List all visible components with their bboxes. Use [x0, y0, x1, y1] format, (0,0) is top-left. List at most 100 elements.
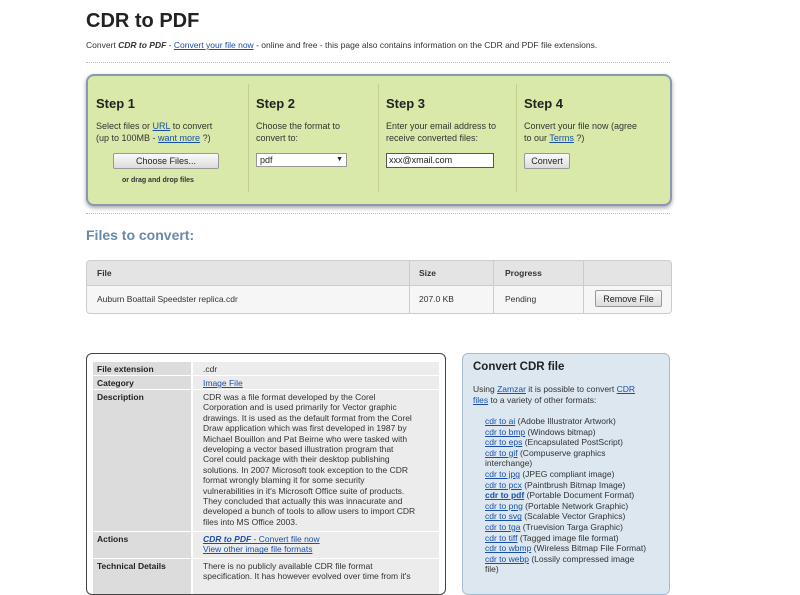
conversion-desc: (Scalable Vector Graphics) — [521, 511, 626, 522]
terms-link[interactable]: Terms — [549, 133, 574, 143]
column-divider — [583, 261, 584, 313]
steps-panel: Step 1 Select files or URL to convert (u… — [86, 74, 672, 206]
conversion-link[interactable]: cdr to png — [485, 501, 523, 511]
sidebar-desc-b: it is possible to convert — [525, 384, 617, 394]
url-link[interactable]: URL — [153, 121, 171, 131]
conversion-desc: (Compuserve graphics — [517, 447, 606, 458]
conversion-link[interactable]: cdr to bmp — [485, 427, 525, 437]
files-link[interactable]: files — [473, 395, 488, 405]
column-header-file: File — [97, 268, 112, 278]
details-label: File extension — [93, 362, 191, 375]
description-line: Corporation and is used primarily for Ve… — [203, 402, 397, 413]
conversion-link[interactable]: cdr to gif — [485, 448, 518, 458]
conversion-link[interactable]: cdr to wbmp — [485, 543, 531, 553]
step-4: Step 4 Convert your file now (agree to o… — [516, 76, 670, 204]
conversion-link[interactable]: cdr to ai — [485, 416, 515, 426]
conversion-desc: (Portable Network Graphic) — [522, 500, 629, 511]
list-item: cdr to tiff (Tagged image file format) — [485, 533, 663, 544]
details-row-actions: Actions CDR to PDF - Convert file now Vi… — [93, 532, 439, 558]
step-2-desc-b: convert to: — [256, 133, 299, 143]
cdr-to-pdf-link[interactable]: CDR to PDF - Convert file now — [203, 534, 320, 544]
step-3-desc-b: receive converted files: — [386, 133, 479, 143]
page: CDR to PDF Convert CDR to PDF - Convert … — [0, 0, 800, 595]
step-4-desc-a: Convert your file now (agree — [524, 121, 638, 131]
category-link[interactable]: Image File — [203, 378, 243, 388]
cdr-link[interactable]: CDR — [617, 384, 635, 394]
step-1: Step 1 Select files or URL to convert (u… — [88, 76, 248, 204]
conversion-list: cdr to ai (Adobe Illustrator Artwork) cd… — [485, 416, 663, 575]
step-1-heading: Step 1 — [96, 96, 136, 111]
details-label: Category — [93, 376, 191, 389]
step-3-desc-a: Enter your email address to — [386, 121, 497, 131]
format-select[interactable]: pdf ▼ — [256, 153, 347, 167]
step-2: Step 2 Choose the format to convert to: … — [248, 76, 378, 204]
conversion-link-current[interactable]: cdr to pdf — [485, 490, 524, 500]
conversion-link[interactable]: cdr to eps — [485, 437, 522, 447]
format-select-value: pdf — [260, 155, 273, 165]
column-header-size: Size — [419, 268, 437, 278]
email-input[interactable]: xxx@xmail.com — [386, 153, 494, 168]
file-size: 207.0 KB — [419, 294, 454, 304]
sidebar-desc-a: Using — [473, 384, 498, 394]
view-other-formats-link[interactable]: View other image file formats — [203, 544, 312, 554]
action-convert: CDR to PDF - Convert file now — [203, 534, 429, 544]
list-item: cdr to svg (Scalable Vector Graphics) — [485, 511, 663, 522]
convert-button[interactable]: Convert — [524, 153, 570, 169]
conversion-desc: (Wireless Bitmap File Format) — [531, 543, 647, 554]
description-line: developing a vector based illustration p… — [203, 444, 394, 455]
conversion-link[interactable]: cdr to svg — [485, 511, 522, 521]
technical-line: There is no publicly available CDR file … — [203, 561, 373, 571]
list-item: cdr to png (Portable Network Graphic) — [485, 501, 663, 512]
conversion-link[interactable]: cdr to jpg — [485, 469, 520, 479]
description-line: Draw application which was first develop… — [203, 423, 407, 434]
drag-drop-hint: or drag and drop files — [122, 177, 194, 184]
description-line: Michael Bouillon and Pat Beirne who were… — [203, 433, 408, 444]
want-more-link[interactable]: want more — [158, 133, 200, 143]
step-2-desc: Choose the format to convert to: — [256, 120, 340, 144]
details-row-category: Category Image File — [93, 376, 439, 389]
conversion-desc: (Encapsulated PostScript) — [522, 437, 623, 448]
step-4-desc-c: ?) — [573, 133, 585, 143]
file-name: Auburn Boattail Speedster replica.cdr — [97, 294, 238, 304]
conversion-link[interactable]: cdr to tiff — [485, 533, 517, 543]
conversion-desc: (Windows bitmap) — [525, 426, 596, 437]
conversion-desc: (Tagged image file format) — [517, 532, 619, 543]
description-line: They concluded that actually this was in… — [203, 496, 403, 507]
zamzar-link[interactable]: Zamzar — [497, 384, 526, 394]
action-convert-rest: - Convert file now — [251, 534, 320, 544]
conversion-desc: (Adobe Illustrator Artwork) — [515, 416, 616, 426]
conversion-desc: (JPEG compliant image) — [519, 468, 615, 479]
step-4-desc-b: to our — [524, 133, 550, 143]
column-header-progress: Progress — [505, 268, 542, 278]
technical-line: specification. It has however evolved ov… — [203, 571, 411, 582]
step-4-heading: Step 4 — [524, 96, 564, 111]
list-item: cdr to eps (Encapsulated PostScript) — [485, 437, 663, 448]
description-line: solutions. In 2007 Microsoft took except… — [203, 464, 409, 475]
list-item: cdr to tga (Truevision Targa Graphic) — [485, 522, 663, 533]
convert-now-link[interactable]: Convert your file now — [174, 40, 254, 50]
remove-file-button[interactable]: Remove File — [595, 290, 662, 307]
step-2-heading: Step 2 — [256, 96, 296, 111]
convert-cdr-sidebar: Convert CDR file Using Zamzar it is poss… — [462, 353, 670, 595]
description-line: files into MS Office 2003. — [203, 516, 298, 527]
details-row-description: Description CDR was a file format develo… — [93, 390, 439, 531]
list-item: cdr to ai (Adobe Illustrator Artwork) — [485, 416, 663, 427]
conversion-link[interactable]: cdr to tga — [485, 522, 520, 532]
list-item: cdr to bmp (Windows bitmap) — [485, 427, 663, 438]
description-line: format wrongly blaming it for some secur… — [203, 475, 365, 486]
intro-dash: - — [166, 40, 174, 50]
choose-files-button[interactable]: Choose Files... — [113, 153, 219, 169]
details-value: .cdr — [193, 362, 439, 375]
details-value: CDR to PDF - Convert file now View other… — [193, 532, 439, 558]
file-progress: Pending — [505, 294, 537, 304]
files-table: File Size Progress Auburn Boattail Speed… — [86, 260, 672, 314]
conversion-link[interactable]: cdr to webp — [485, 554, 529, 564]
description-line: drawings. It is used as the default form… — [203, 412, 412, 423]
step-3-heading: Step 3 — [386, 96, 426, 111]
conversion-link[interactable]: cdr to pcx — [485, 480, 522, 490]
description-line: CDR was a file format developed by the C… — [203, 392, 376, 402]
intro-text: Convert CDR to PDF - Convert your file n… — [86, 40, 597, 50]
step-separator — [248, 84, 249, 192]
sidebar-desc: Using Zamzar it is possible to convert C… — [473, 384, 659, 405]
list-item: cdr to webp (Lossily compressed image fil… — [485, 554, 663, 575]
